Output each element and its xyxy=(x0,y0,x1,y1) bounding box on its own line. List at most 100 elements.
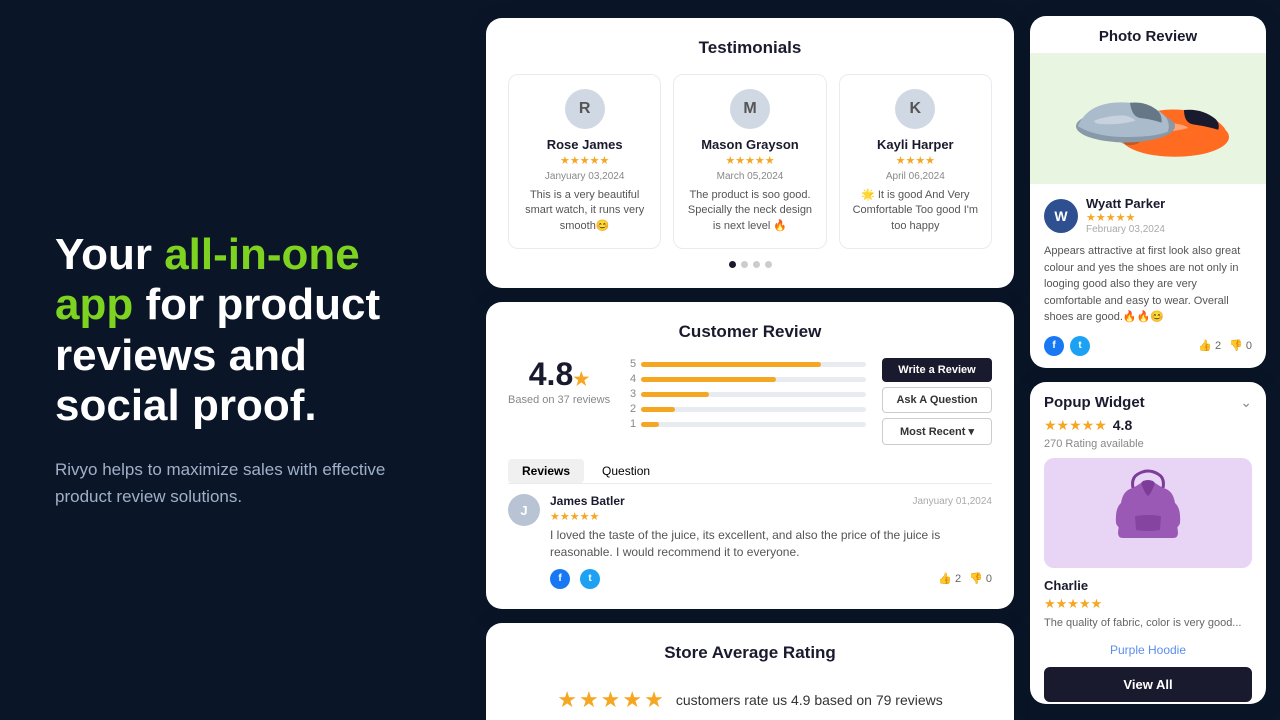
facebook-icon[interactable]: f xyxy=(550,569,570,589)
testimonials-card: Testimonials R Rose James ★★★★★ Janyuary… xyxy=(486,18,1014,288)
popup-title: Popup Widget xyxy=(1044,394,1145,411)
reviewer-name-1: Mason Grayson xyxy=(684,137,815,152)
date-0: Janyuary 03,2024 xyxy=(519,171,650,182)
dot-3[interactable] xyxy=(753,261,760,268)
popup-stars: ★★★★★ xyxy=(1044,417,1107,434)
text-1: The product is soo good. Specially the n… xyxy=(684,188,815,234)
testimonials-title: Testimonials xyxy=(508,38,992,58)
photo-review-card: Photo Review xyxy=(1030,16,1266,368)
reviewer-header: James Batler Janyuary 01,2024 xyxy=(550,494,992,508)
bar-label-4: 4 xyxy=(626,373,636,385)
based-on: Based on 37 reviews xyxy=(508,394,610,406)
hoodie-image-area xyxy=(1044,458,1252,568)
popup-header: Popup Widget ⌄ xyxy=(1030,382,1266,415)
bar-track-3 xyxy=(641,392,866,397)
bar-fill-2 xyxy=(641,407,675,412)
stars-2: ★★★★ xyxy=(850,154,981,167)
dot-2[interactable] xyxy=(741,261,748,268)
product-stars: ★★★★★ xyxy=(1030,596,1266,616)
store-avg-card: Store Average Rating ★★★★★ customers rat… xyxy=(486,623,1014,720)
store-avg-stars: ★★★★★ xyxy=(557,687,666,713)
reviewer-name-small: James Batler xyxy=(550,494,625,508)
testimonial-item-1: M Mason Grayson ★★★★★ March 05,2024 The … xyxy=(673,74,826,249)
avatar-m: M xyxy=(730,89,770,129)
dislike-count: 👎 0 xyxy=(969,572,992,585)
social-like-row: f t 👍 2 👎 0 xyxy=(550,569,992,589)
customer-review-title: Customer Review xyxy=(508,322,992,342)
shoe-image xyxy=(1058,64,1238,174)
testimonials-grid: R Rose James ★★★★★ Janyuary 03,2024 This… xyxy=(508,74,992,249)
view-all-button[interactable]: View All xyxy=(1044,667,1252,702)
avatar-k: K xyxy=(895,89,935,129)
avatar-r: R xyxy=(565,89,605,129)
reviewer-name-0: Rose James xyxy=(519,137,650,152)
like-count: 👍 2 xyxy=(938,572,961,585)
hero-subtitle: Rivyo helps to maximize sales with effec… xyxy=(55,456,395,510)
review-content: James Batler Janyuary 01,2024 ★★★★★ I lo… xyxy=(550,494,992,589)
ask-question-button[interactable]: Ask A Question xyxy=(882,387,992,413)
bar-row-5: 5 xyxy=(626,358,866,370)
store-avg-title: Store Average Rating xyxy=(508,643,992,663)
bar-track-5 xyxy=(641,362,866,367)
bar-fill-3 xyxy=(641,392,708,397)
bar-track-1 xyxy=(641,422,866,427)
review-stars-small: ★★★★★ xyxy=(550,510,992,523)
shoe-image-area xyxy=(1030,54,1266,184)
photo-like-count: 👍 2 xyxy=(1198,339,1221,352)
popup-widget-card: Popup Widget ⌄ ★★★★★ 4.8 270 Rating avai… xyxy=(1030,382,1266,705)
write-review-button[interactable]: Write a Review xyxy=(882,358,992,382)
bar-label-3: 3 xyxy=(626,388,636,400)
testimonial-item-2: K Kayli Harper ★★★★ April 06,2024 🌟 It i… xyxy=(839,74,992,249)
bar-track-4 xyxy=(641,377,866,382)
hero-section: Your all-in-one app for product reviews … xyxy=(0,0,470,720)
tab-question[interactable]: Question xyxy=(588,459,664,483)
photo-review-body: W Wyatt Parker ★★★★★ February 03,2024 Ap… xyxy=(1030,184,1266,368)
w-avatar: W xyxy=(1044,199,1078,233)
reviewer-avatar-j: J xyxy=(508,494,540,526)
rating-summary: 4.8★ Based on 37 reviews xyxy=(508,358,610,445)
date-2: April 06,2024 xyxy=(850,171,981,182)
dot-1[interactable] xyxy=(729,261,736,268)
right-section: Photo Review xyxy=(1030,0,1280,720)
most-recent-button[interactable]: Most Recent ▾ xyxy=(882,418,992,445)
photo-twitter-icon[interactable]: t xyxy=(1070,336,1090,356)
pagination-dots xyxy=(508,261,992,268)
dot-4[interactable] xyxy=(765,261,772,268)
product-desc: The quality of fabric, color is very goo… xyxy=(1030,616,1266,639)
popup-reviews-count: 270 Rating available xyxy=(1030,438,1266,458)
chevron-down-icon[interactable]: ⌄ xyxy=(1240,394,1252,411)
photo-review-title: Photo Review xyxy=(1030,16,1266,54)
bar-fill-1 xyxy=(641,422,659,427)
reviewer-info-right: Wyatt Parker ★★★★★ February 03,2024 xyxy=(1086,196,1165,235)
reviewer-row: W Wyatt Parker ★★★★★ February 03,2024 xyxy=(1044,196,1252,235)
photo-facebook-icon[interactable]: f xyxy=(1044,336,1064,356)
social-row-right: f t 👍 2 👎 0 xyxy=(1044,336,1252,356)
review-actions: Write a Review Ask A Question Most Recen… xyxy=(882,358,992,445)
wyatt-stars: ★★★★★ xyxy=(1086,211,1165,224)
bar-label-5: 5 xyxy=(626,358,636,370)
stars-0: ★★★★★ xyxy=(519,154,650,167)
date-1: March 05,2024 xyxy=(684,171,815,182)
purple-hoodie-link[interactable]: Purple Hoodie xyxy=(1030,639,1266,661)
customer-review-card: Customer Review 4.8★ Based on 37 reviews… xyxy=(486,302,1014,609)
bar-row-2: 2 xyxy=(626,403,866,415)
rating-bars: 5 4 3 2 1 xyxy=(626,358,866,445)
tab-reviews[interactable]: Reviews xyxy=(508,459,584,483)
review-text-small: I loved the taste of the juice, its exce… xyxy=(550,527,992,561)
bar-track-2 xyxy=(641,407,866,412)
bar-row-1: 1 xyxy=(626,418,866,430)
stars-1: ★★★★★ xyxy=(684,154,815,167)
review-date-small: Janyuary 01,2024 xyxy=(912,496,992,507)
testimonial-item-0: R Rose James ★★★★★ Janyuary 03,2024 This… xyxy=(508,74,661,249)
product-name: Charlie xyxy=(1030,578,1266,596)
text-2: 🌟 It is good And Very Comfortable Too go… xyxy=(850,188,981,234)
wyatt-name: Wyatt Parker xyxy=(1086,196,1165,211)
like-dislike: 👍 2 👎 0 xyxy=(938,572,992,585)
photo-dislike-count: 👎 0 xyxy=(1229,339,1252,352)
center-section: Testimonials R Rose James ★★★★★ Janyuary… xyxy=(470,0,1030,720)
review-body: 4.8★ Based on 37 reviews 5 4 3 xyxy=(508,358,992,445)
photo-review-text: Appears attractive at first look also gr… xyxy=(1044,243,1252,326)
review-tabs: Reviews Question xyxy=(508,459,992,484)
text-0: This is a very beautiful smart watch, it… xyxy=(519,188,650,234)
twitter-icon[interactable]: t xyxy=(580,569,600,589)
